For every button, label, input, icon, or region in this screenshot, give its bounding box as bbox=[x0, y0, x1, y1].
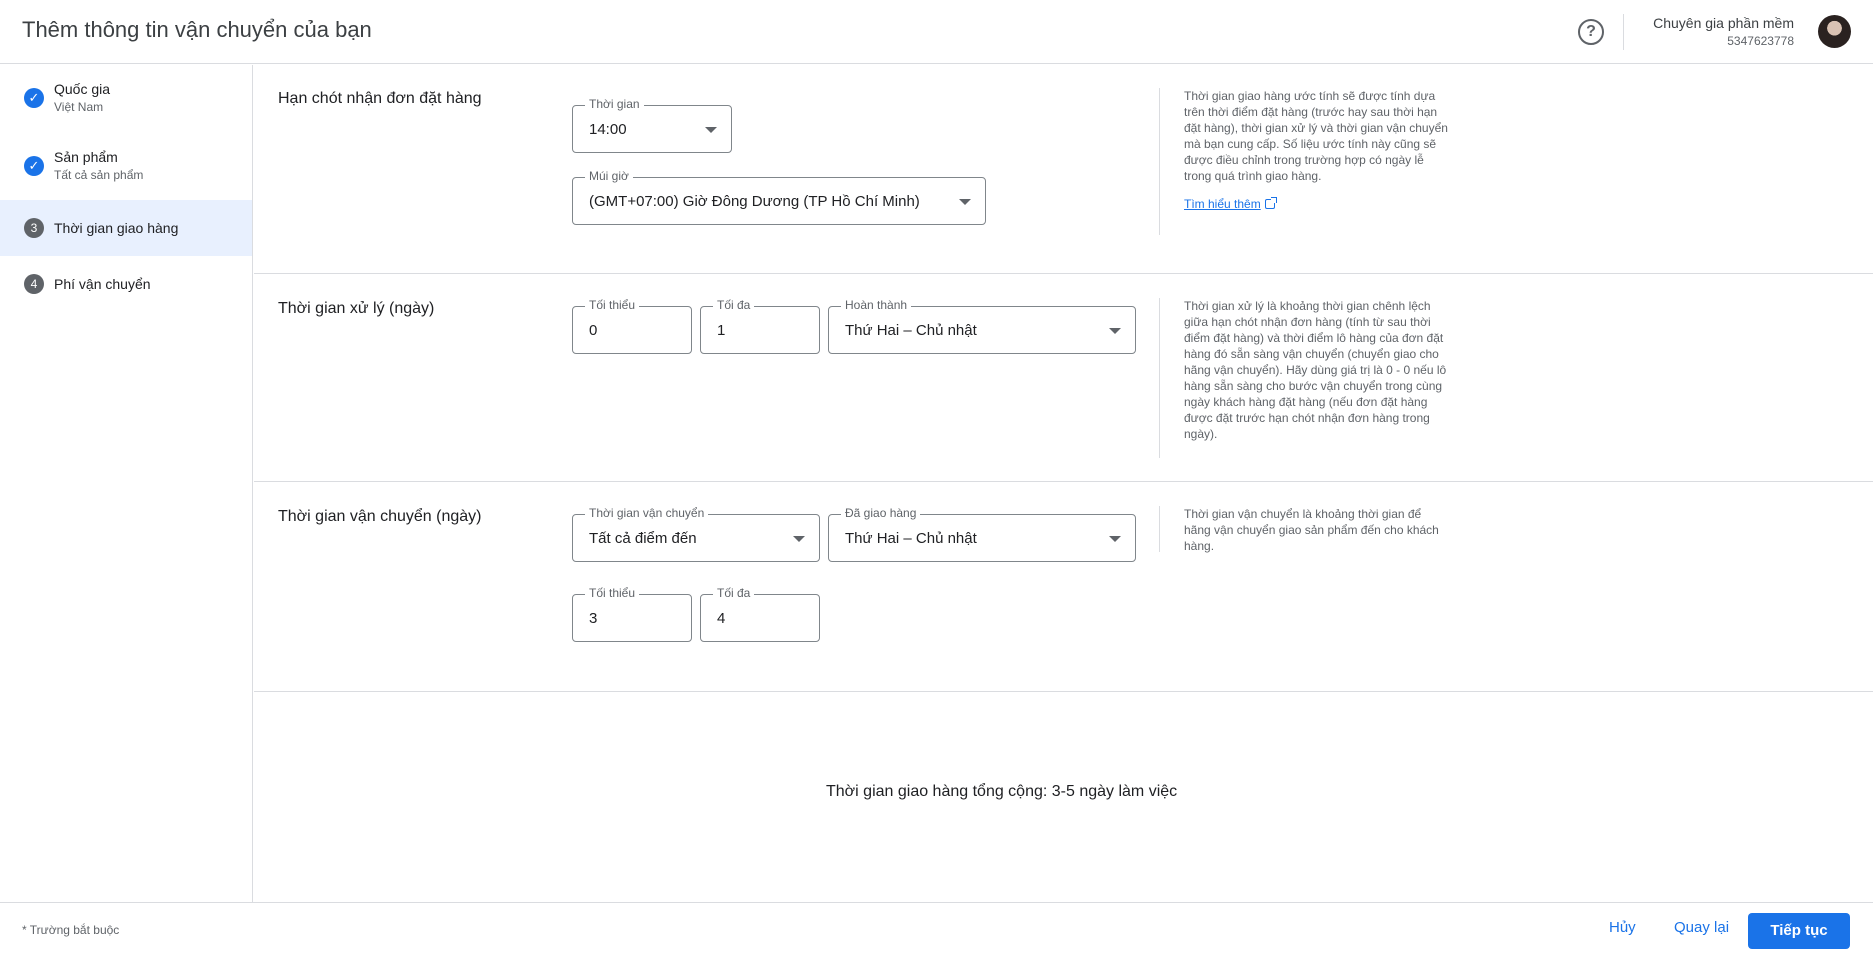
transit-help: Thời gian vận chuyển là khoảng thời gian… bbox=[1159, 506, 1449, 553]
step-sublabel: Tất cả sản phẩm bbox=[54, 168, 144, 182]
field-value: 1 bbox=[717, 322, 726, 339]
field-label: Tối thiểu bbox=[585, 298, 640, 312]
field-label: Thời gian vận chuyển bbox=[585, 506, 709, 520]
transit-destination-select[interactable]: Thời gian vận chuyển Tất cả điểm đến bbox=[572, 506, 820, 562]
dropdown-arrow-icon bbox=[793, 536, 805, 542]
field-value: Thứ Hai – Chủ nhật bbox=[845, 530, 977, 547]
footer-bar: * Trường bắt buộc Hủy Quay lại Tiếp tục bbox=[0, 902, 1873, 954]
field-label: Múi giờ bbox=[585, 169, 633, 183]
cancel-button[interactable]: Hủy bbox=[1609, 919, 1636, 936]
handling-min-input[interactable]: Tối thiểu 0 bbox=[572, 298, 692, 354]
field-value: Tất cả điểm đến bbox=[589, 530, 697, 547]
avatar[interactable] bbox=[1818, 15, 1851, 48]
page-title: Thêm thông tin vận chuyển của bạn bbox=[22, 17, 372, 42]
dropdown-arrow-icon bbox=[959, 199, 971, 205]
step-label: Thời gian giao hàng bbox=[54, 220, 179, 236]
header-divider bbox=[1623, 14, 1624, 50]
field-label: Tối đa bbox=[713, 586, 755, 600]
step-country[interactable]: ✓ Quốc gia Việt Nam bbox=[0, 65, 252, 121]
step-sublabel: Việt Nam bbox=[54, 100, 104, 114]
learn-more-label: Tìm hiểu thêm bbox=[1184, 197, 1261, 211]
step-number-badge: 4 bbox=[24, 274, 44, 294]
field-value: Thứ Hai – Chủ nhật bbox=[845, 322, 977, 339]
field-value: 14:00 bbox=[589, 121, 627, 138]
step-label: Quốc gia bbox=[54, 81, 111, 97]
transit-max-input[interactable]: Tối đa 4 bbox=[700, 586, 820, 642]
external-link-icon bbox=[1264, 197, 1277, 209]
cutoff-help: Thời gian giao hàng ước tính sẽ được tín… bbox=[1159, 88, 1449, 235]
handling-max-input[interactable]: Tối đa 1 bbox=[700, 298, 820, 354]
handling-days-select[interactable]: Hoàn thành Thứ Hai – Chủ nhật bbox=[828, 298, 1136, 354]
dropdown-arrow-icon bbox=[1109, 536, 1121, 542]
section-title: Thời gian xử lý (ngày) bbox=[278, 300, 435, 317]
handling-section: Thời gian xử lý (ngày) Tối thiểu 0 Tối đ… bbox=[254, 274, 1873, 482]
field-value: (GMT+07:00) Giờ Đông Dương (TP Hồ Chí Mi… bbox=[589, 193, 920, 210]
account-id: 5347623778 bbox=[1727, 34, 1794, 48]
step-label: Phí vận chuyển bbox=[54, 276, 151, 292]
field-label: Đã giao hàng bbox=[841, 506, 921, 520]
help-text: Thời gian giao hàng ước tính sẽ được tín… bbox=[1184, 89, 1448, 183]
step-shipping-fee[interactable]: 4 Phí vận chuyển bbox=[0, 256, 252, 312]
field-label: Thời gian bbox=[585, 97, 644, 111]
help-icon[interactable]: ? bbox=[1578, 19, 1604, 45]
section-title: Thời gian vận chuyển (ngày) bbox=[278, 508, 482, 525]
field-label: Hoàn thành bbox=[841, 298, 912, 312]
stepper-sidebar: ✓ Quốc gia Việt Nam ✓ Sản phẩm Tất cả sả… bbox=[0, 65, 253, 902]
handling-help: Thời gian xử lý là khoảng thời gian chên… bbox=[1159, 298, 1449, 458]
field-value: 3 bbox=[589, 610, 598, 627]
field-value: 0 bbox=[589, 322, 598, 339]
help-text: Thời gian xử lý là khoảng thời gian chên… bbox=[1184, 299, 1447, 441]
step-number-badge: 3 bbox=[24, 218, 44, 238]
account-name: Chuyên gia phần mềm bbox=[1653, 15, 1794, 31]
step-label: Sản phẩm bbox=[54, 149, 118, 165]
transit-days-select[interactable]: Đã giao hàng Thứ Hai – Chủ nhật bbox=[828, 506, 1136, 562]
dropdown-arrow-icon bbox=[1109, 328, 1121, 334]
total-delivery-time: Thời gian giao hàng tổng cộng: 3-5 ngày … bbox=[826, 783, 1178, 800]
required-note: * Trường bắt buộc bbox=[22, 923, 120, 937]
step-delivery-time[interactable]: 3 Thời gian giao hàng bbox=[0, 200, 252, 256]
transit-min-input[interactable]: Tối thiểu 3 bbox=[572, 586, 692, 642]
transit-section: Thời gian vận chuyển (ngày) Thời gian vậ… bbox=[254, 482, 1873, 692]
back-button[interactable]: Quay lại bbox=[1674, 919, 1729, 936]
check-circle-icon: ✓ bbox=[24, 156, 44, 176]
learn-more-link[interactable]: Tìm hiểu thêm bbox=[1184, 196, 1277, 212]
cutoff-section: Hạn chót nhận đơn đặt hàng Thời gian 14:… bbox=[254, 65, 1873, 274]
main-content: Hạn chót nhận đơn đặt hàng Thời gian 14:… bbox=[254, 65, 1873, 902]
section-title: Hạn chót nhận đơn đặt hàng bbox=[278, 90, 482, 107]
check-circle-icon: ✓ bbox=[24, 88, 44, 108]
cutoff-time-select[interactable]: Thời gian 14:00 bbox=[572, 97, 732, 153]
help-text: Thời gian vận chuyển là khoảng thời gian… bbox=[1184, 507, 1439, 553]
continue-button[interactable]: Tiếp tục bbox=[1748, 913, 1850, 949]
field-label: Tối đa bbox=[713, 298, 755, 312]
field-label: Tối thiểu bbox=[585, 586, 640, 600]
step-products[interactable]: ✓ Sản phẩm Tất cả sản phẩm bbox=[0, 133, 252, 189]
top-bar: Thêm thông tin vận chuyển của bạn ? Chuy… bbox=[0, 0, 1873, 64]
timezone-select[interactable]: Múi giờ (GMT+07:00) Giờ Đông Dương (TP H… bbox=[572, 169, 986, 225]
field-value: 4 bbox=[717, 610, 726, 627]
dropdown-arrow-icon bbox=[705, 127, 717, 133]
